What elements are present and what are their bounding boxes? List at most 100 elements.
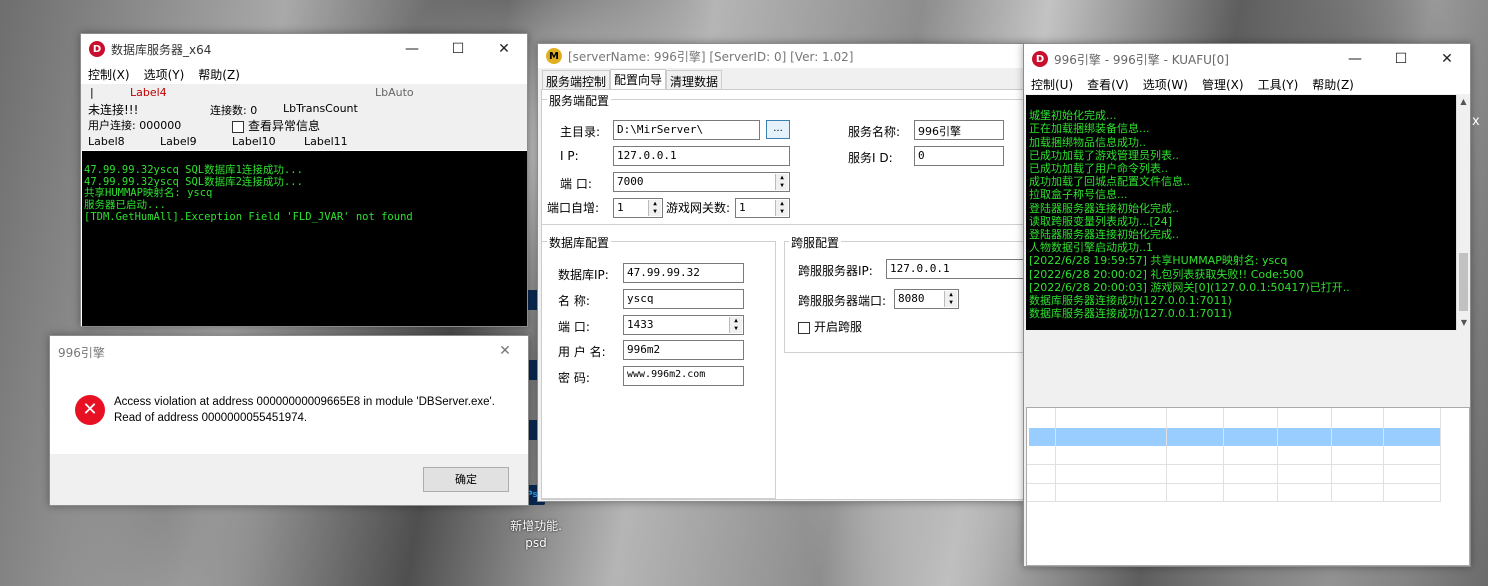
log-line: 已成功加载了游戏管理员列表.. xyxy=(1029,148,1179,162)
service-name-label: 服务名称: xyxy=(848,125,901,139)
port-field[interactable]: 7000 ▲ ▼ xyxy=(613,172,790,192)
grid-row xyxy=(1027,446,1441,465)
db-ip-label: 数据库IP: xyxy=(558,268,609,282)
label9: Label9 xyxy=(160,135,197,148)
port-label: 端 口: xyxy=(560,177,592,191)
db-user-label: 用 户 名: xyxy=(558,345,606,359)
menu-control[interactable]: 控制(X) xyxy=(81,66,137,83)
log-line: [2022/6/28 19:59:57] 共享HUMMAP映射名: yscq xyxy=(1029,254,1288,268)
db-name-label: 名 称: xyxy=(558,294,590,308)
label8: Label8 xyxy=(88,135,125,148)
app-icon: D xyxy=(89,41,105,57)
menu-manage[interactable]: 管理(X) xyxy=(1195,76,1251,93)
checkbox-box[interactable] xyxy=(232,120,244,133)
log-line: 数据库服务器连接成功(127.0.0.1:7011) xyxy=(1029,294,1232,308)
grid-row xyxy=(1027,465,1441,484)
log-line: 拉取盒子称号信息... xyxy=(1029,188,1128,202)
db-log-console[interactable]: 47.99.99.32yscq SQL数据库1连接成功... 47.99.99.3… xyxy=(82,151,527,326)
menu-view[interactable]: 查看(V) xyxy=(1080,76,1136,93)
service-name-field[interactable]: 996引擎 xyxy=(914,120,1004,140)
menu-help[interactable]: 帮助(Z) xyxy=(191,66,247,83)
browse-button[interactable]: ... xyxy=(766,120,790,139)
home-dir-field[interactable]: D:\MirServer\ xyxy=(613,120,760,140)
divider-mark: | xyxy=(90,86,94,99)
lbauto: LbAuto xyxy=(375,86,414,99)
scroll-down-arrow-icon[interactable]: ▼ xyxy=(1457,316,1471,330)
menu-help[interactable]: 帮助(Z) xyxy=(1305,76,1361,93)
error-dialog: 996引擎 ✕ ✕ Access violation at address 00… xyxy=(49,335,529,506)
checkbox-box[interactable] xyxy=(798,321,810,334)
scroll-up-arrow-icon[interactable]: ▲ xyxy=(1457,95,1470,109)
db-name-field[interactable]: yscq xyxy=(623,289,744,309)
db-ip-field[interactable]: 47.99.99.32 xyxy=(623,263,744,283)
title-bar[interactable]: M [serverName: 996引擎] [ServerID: 0] [Ver… xyxy=(538,44,1024,68)
maximize-button[interactable]: ☐ xyxy=(1378,44,1424,74)
desktop-icon-label-ext: psd xyxy=(525,536,547,550)
tab-config-wizard[interactable]: 配置向导 xyxy=(610,69,667,89)
log-line: 加载捆绑物品信息成功.. xyxy=(1029,135,1146,149)
checkbox-label: 开启跨服 xyxy=(814,320,863,334)
tab-clean-data[interactable]: 清理数据 xyxy=(666,70,723,89)
log-line: 登陆器服务器连接初始化完成.. xyxy=(1029,201,1179,215)
maximize-button[interactable]: ☐ xyxy=(435,34,481,64)
autoinc-spinner[interactable]: ▲ ▼ xyxy=(648,200,661,216)
db-user-field[interactable]: 996m2 xyxy=(623,340,744,360)
gate-count-field[interactable]: 1 ▲ ▼ xyxy=(735,198,790,218)
cross-port-spinner[interactable]: ▲ ▼ xyxy=(944,291,957,307)
log-scrollbar[interactable]: ▲ ▼ xyxy=(1456,95,1470,330)
window-title: 数据库服务器_x64 xyxy=(111,42,212,57)
desktop-icon-label: 新增功能. xyxy=(510,519,562,533)
menu-options[interactable]: 选项(W) xyxy=(1136,76,1195,93)
app-icon: D xyxy=(1032,51,1048,67)
tab-server-control[interactable]: 服务端控制 xyxy=(542,70,611,89)
cross-port-field[interactable]: 8080 ▲ ▼ xyxy=(894,289,959,309)
port-spinner[interactable]: ▲ ▼ xyxy=(775,174,788,190)
service-id-field[interactable]: 0 xyxy=(914,146,1004,166)
tab-bar: 服务端控制 配置向导 清理数据 xyxy=(542,69,723,89)
cross-port-label: 跨服服务器端口: xyxy=(798,294,887,308)
cross-ip-field[interactable]: 127.0.0.1 xyxy=(886,259,1024,279)
db-password-field[interactable]: www.996m2.com xyxy=(623,366,744,386)
connection-count: 连接数: 0 xyxy=(210,104,258,117)
label11: Label11 xyxy=(304,135,348,148)
home-dir-label: 主目录: xyxy=(560,125,601,139)
db-server-window: D 数据库服务器_x64 — ☐ ✕ 控制(X) 选项(Y) 帮助(Z) | L… xyxy=(80,33,528,327)
title-bar[interactable]: D 996引擎 - 996引擎 - KUAFU[0] — ☐ ✕ xyxy=(1024,44,1470,74)
port-autoinc-field[interactable]: 1 ▲ ▼ xyxy=(613,198,663,218)
db-port-value: 1433 xyxy=(627,318,654,331)
menu-tools[interactable]: 工具(Y) xyxy=(1251,76,1306,93)
kuafu-log-console[interactable]: 城堡初始化完成... 正在加载捆绑装备信息... 加载捆绑物品信息成功.. 已成功加载… xyxy=(1026,95,1456,330)
app-icon: M xyxy=(546,48,562,64)
status-panel: | Label4 LbAuto 未连接!!! 连接数: 0 LbTransCou… xyxy=(81,84,527,150)
close-button[interactable]: ✕ xyxy=(481,34,527,64)
db-password-label: 密 码: xyxy=(558,371,590,385)
group-title: 跨服配置 xyxy=(789,234,842,251)
cross-port-value: 8080 xyxy=(898,292,925,305)
error-message-line-2: Read of address 0000000055451974. xyxy=(114,412,308,424)
show-exceptions-checkbox[interactable]: 查看异常信息 xyxy=(232,117,320,134)
minimize-button[interactable]: — xyxy=(1332,44,1378,74)
menu-options[interactable]: 选项(Y) xyxy=(137,66,192,83)
title-bar[interactable]: D 数据库服务器_x64 — ☐ ✕ xyxy=(81,34,527,64)
dialog-title-bar[interactable]: 996引擎 ✕ xyxy=(50,336,528,368)
close-button[interactable]: ✕ xyxy=(1424,44,1470,74)
menu-control[interactable]: 控制(U) xyxy=(1024,76,1080,93)
log-line: 成功加载了回城点配置文件信息.. xyxy=(1029,175,1190,189)
cross-enable-checkbox[interactable]: 开启跨服 xyxy=(798,318,862,335)
log-line: 47.99.99.32yscq SQL数据库1连接成功... xyxy=(84,163,303,176)
cross-ip-label: 跨服服务器IP: xyxy=(798,264,873,278)
dialog-close-button[interactable]: ✕ xyxy=(482,336,528,366)
group-title: 服务端配置 xyxy=(547,92,612,109)
scroll-thumb[interactable] xyxy=(1459,253,1468,311)
ip-field[interactable]: 127.0.0.1 xyxy=(613,146,790,166)
db-port-field[interactable]: 1433 ▲ ▼ xyxy=(623,315,744,335)
connection-status: 未连接!!! xyxy=(88,103,139,117)
user-connections: 用户连接: 000000 xyxy=(88,119,182,132)
db-port-spinner[interactable]: ▲ ▼ xyxy=(729,317,742,333)
gate-spinner[interactable]: ▲ ▼ xyxy=(775,200,788,216)
minimize-button[interactable]: — xyxy=(389,34,435,64)
db-port-label: 端 口: xyxy=(558,320,590,334)
tab-page: 服务端配置 主目录: D:\MirServer\ ... I P: 127.0.… xyxy=(541,89,1024,500)
offscreen-x-fragment: x xyxy=(1472,114,1480,129)
ok-button[interactable]: 确定 xyxy=(423,467,509,492)
